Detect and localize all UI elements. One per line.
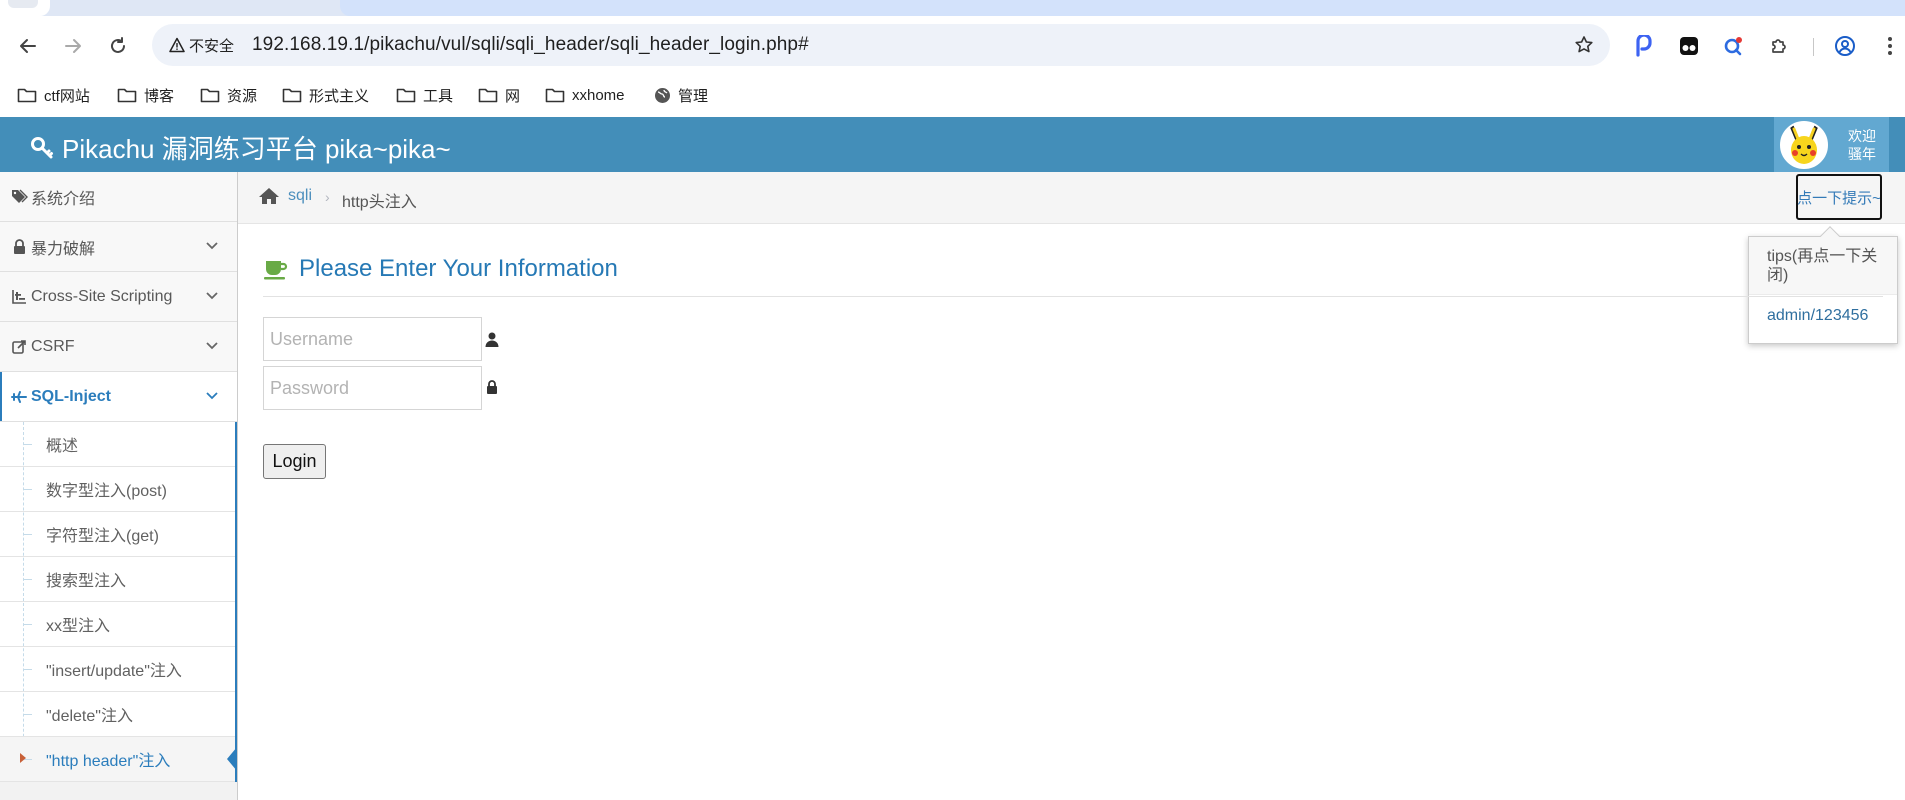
popover-title: tips(再点一下关闭) [1749, 237, 1897, 295]
bookmark-web[interactable]: 网 [478, 82, 520, 108]
plane-icon [10, 390, 28, 403]
username-input[interactable] [263, 317, 482, 361]
extensions-puzzle-icon[interactable] [1765, 32, 1793, 60]
login-button[interactable]: Login [263, 444, 326, 479]
sidebar-item-xss[interactable]: Cross-Site Scripting [0, 272, 237, 322]
app-header: Pikachu 漏洞练习平台 pika~pika~ 欢迎 骚年 [0, 117, 1905, 172]
submenu-item-numeric-post[interactable]: 数字型注入(post) [0, 467, 235, 512]
chevron-down-icon [206, 242, 218, 250]
password-input[interactable] [263, 366, 482, 410]
bookmark-formalism[interactable]: 形式主义 [282, 82, 369, 108]
brand-title: Pikachu 漏洞练习平台 pika~pika~ [62, 134, 451, 164]
hint-button[interactable]: 点一下提示~ [1796, 174, 1882, 220]
user-icon [485, 331, 499, 347]
breadcrumb-home[interactable]: sqli [258, 187, 312, 205]
tab-favicon [8, 0, 38, 8]
bookmark-tools[interactable]: 工具 [396, 82, 453, 108]
folder-icon [17, 88, 37, 103]
active-indicator [227, 747, 237, 771]
welcome-text: 欢迎 骚年 [1848, 127, 1876, 162]
folder-icon [545, 88, 565, 103]
page-title: Please Enter Your Information [263, 255, 618, 283]
folder-icon [200, 88, 220, 103]
submenu-item-xx[interactable]: xx型注入 [0, 602, 235, 647]
folder-icon [396, 88, 416, 103]
browser-toolbar: 不安全 192.168.19.1/pikachu/vul/sqli/sqli_h… [0, 16, 1905, 76]
sidebar: 系统介绍 暴力破解 Cross-Site Scripting CSRF SQL-… [0, 172, 238, 800]
key-icon [31, 136, 53, 158]
bookmark-admin[interactable]: 管理 [654, 82, 708, 108]
sliders-icon [10, 289, 28, 304]
bookmark-ctf[interactable]: ctf网站 [17, 82, 90, 108]
search-extension-icon[interactable] [1720, 32, 1748, 60]
submenu-item-search[interactable]: 搜索型注入 [0, 557, 235, 602]
sidebar-item-intro[interactable]: 系统介绍 [0, 172, 237, 222]
reload-icon[interactable] [104, 32, 132, 60]
bookmarks-bar: ctf网站 博客 资源 形式主义 工具 网 xxhome 管理 [0, 76, 1905, 114]
tags-icon [10, 189, 28, 204]
sidebar-item-csrf[interactable]: CSRF [0, 322, 237, 372]
folder-icon [117, 88, 137, 103]
chevron-down-icon [206, 342, 218, 350]
tab-strip-background [340, 0, 1905, 16]
toolbar-separator [1813, 38, 1814, 56]
url-text[interactable]: 192.168.19.1/pikachu/vul/sqli/sqli_heade… [252, 34, 809, 56]
popover-body: admin/123456 [1767, 307, 1869, 324]
coffee-icon [264, 261, 288, 280]
warning-icon [169, 37, 185, 53]
sql-inject-submenu: 概述 数字型注入(post) 字符型注入(get) 搜索型注入 xx型注入 "i… [0, 422, 237, 782]
browser-tab-strip [0, 0, 1905, 16]
home-icon [259, 188, 279, 204]
lock-icon [10, 239, 28, 254]
active-caret-icon [20, 753, 26, 763]
title-divider [263, 296, 1883, 297]
back-icon[interactable] [14, 32, 42, 60]
brand[interactable]: Pikachu 漏洞练习平台 pika~pika~ [30, 129, 451, 166]
bookmark-blog[interactable]: 博客 [117, 82, 174, 108]
bookmark-resources[interactable]: 资源 [200, 82, 257, 108]
breadcrumb-separator-icon: › [325, 189, 330, 205]
address-bar[interactable]: 不安全 192.168.19.1/pikachu/vul/sqli/sqli_h… [152, 24, 1610, 66]
lock-icon [485, 379, 499, 395]
profile-icon[interactable] [1831, 32, 1859, 60]
forward-icon[interactable] [59, 32, 87, 60]
share-icon [10, 339, 28, 354]
submenu-item-overview[interactable]: 概述 [0, 422, 235, 467]
bookmark-star-icon[interactable] [1572, 33, 1596, 57]
bookmark-xxhome[interactable]: xxhome [545, 82, 625, 108]
p-extension-icon[interactable] [1630, 32, 1658, 60]
chevron-down-icon [206, 292, 218, 300]
avatar [1780, 120, 1828, 169]
chevron-down-icon [206, 392, 218, 400]
submenu-item-http-header[interactable]: "http header"注入 [0, 737, 237, 782]
submenu-item-string-get[interactable]: 字符型注入(get) [0, 512, 235, 557]
security-chip[interactable]: 不安全 [160, 31, 243, 59]
folder-icon [282, 88, 302, 103]
sidebar-item-brute-force[interactable]: 暴力破解 [0, 222, 237, 272]
submenu-item-insert-update[interactable]: "insert/update"注入 [0, 647, 235, 692]
breadcrumb: sqli › http头注入 点一下提示~ [238, 172, 1905, 224]
submenu-item-delete[interactable]: "delete"注入 [0, 692, 235, 737]
tips-popover: tips(再点一下关闭) admin/123456 [1748, 226, 1898, 344]
tampermonkey-icon[interactable] [1675, 32, 1703, 60]
menu-dots-icon[interactable] [1876, 32, 1904, 60]
sidebar-item-sql-inject[interactable]: SQL-Inject [0, 372, 237, 422]
folder-icon [478, 88, 498, 103]
security-label: 不安全 [189, 37, 235, 55]
breadcrumb-current: http头注入 [342, 194, 417, 211]
user-menu[interactable]: 欢迎 骚年 [1774, 117, 1889, 172]
globe-icon [655, 87, 670, 103]
